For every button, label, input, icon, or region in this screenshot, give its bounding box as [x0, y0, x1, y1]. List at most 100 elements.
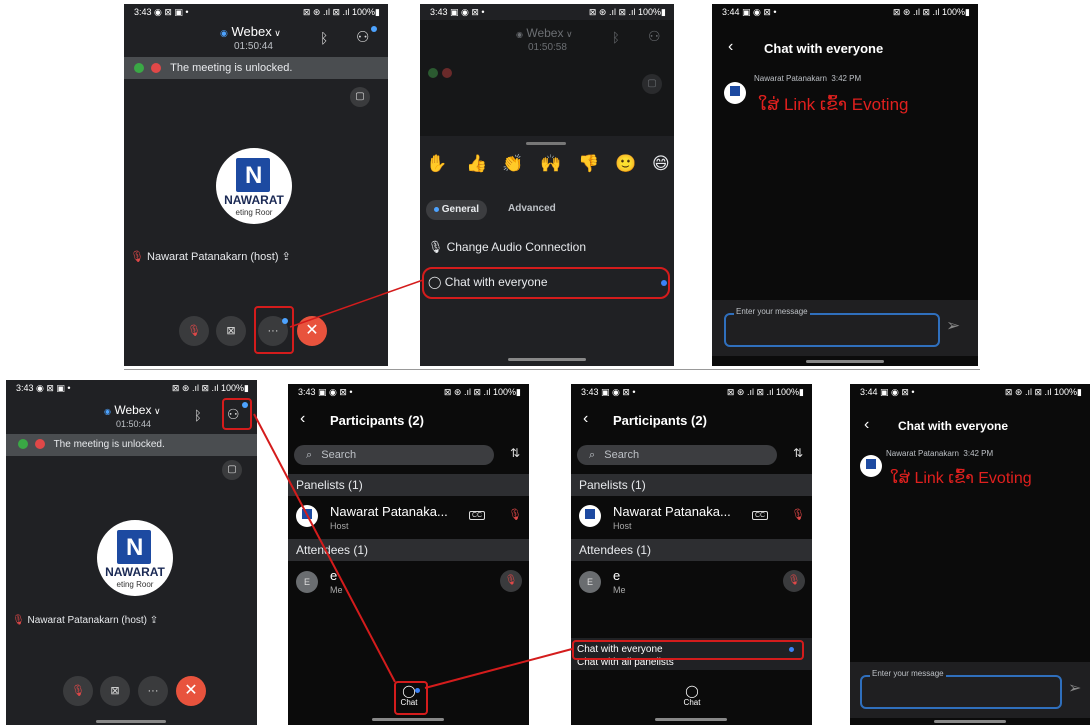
muted-mic-icon[interactable]: 🎙 — [508, 508, 522, 521]
section-panelists: Panelists (1) — [288, 474, 529, 496]
status-bar: 3:43 ◉ ⊠ ▣ • ⊠ ⊛ .ıl ⊠ .ıl 100%▮ — [134, 7, 380, 17]
muted-mic-icon[interactable]: 🎙 — [791, 508, 805, 521]
page-title: Participants (2) — [330, 413, 424, 428]
logo-mark — [866, 459, 876, 469]
raise-hand-reaction[interactable]: ✋ — [426, 154, 447, 174]
pip-icon: ▢ — [642, 74, 662, 94]
laugh-reaction[interactable]: 😄 — [652, 154, 670, 174]
logo-mark — [585, 509, 595, 519]
celebrate-reaction[interactable]: 🙌 — [540, 154, 561, 174]
attendee-avatar: E — [579, 571, 601, 593]
leave-button[interactable]: ✕ — [176, 676, 206, 706]
host-name[interactable]: Nawarat Patanaka... — [613, 504, 731, 519]
chat-tab[interactable]: ◯ Chat — [680, 684, 704, 707]
phone-chat-top: 3:44 ▣ ◉ ⊠ • ⊠ ⊛ .ıl ⊠ .ıl 100%▮ ‹ Chat … — [712, 4, 978, 366]
thumbs-up-reaction[interactable]: 👍 — [466, 154, 487, 174]
attendee-name[interactable]: e — [613, 568, 620, 583]
thumbs-down-reaction[interactable]: 👎 — [578, 154, 599, 174]
webex-icon: ◉ — [220, 28, 228, 38]
leave-button[interactable]: ✕ — [297, 316, 327, 346]
sort-icon[interactable]: ⇅ — [510, 446, 520, 460]
attendee-avatar: E — [296, 571, 318, 593]
cc-icon: CC — [469, 511, 486, 520]
message-meta: Nawarat Patanakarn 3:42 PM — [886, 449, 994, 458]
audio-icon: 🎙 — [428, 240, 444, 254]
home-indicator — [806, 360, 884, 363]
attendee-mic-button[interactable]: 🎙 — [500, 570, 522, 592]
message-input-label: Enter your message — [870, 669, 946, 678]
video-button[interactable]: ⊠ — [216, 316, 246, 346]
annotation-highlight-chat-tab — [394, 681, 428, 715]
divider-line — [124, 369, 980, 370]
status-bar: 3:43 ▣ ◉ ⊠ • ⊠ ⊛ .ıl ⊠ .ıl 100%▮ — [430, 7, 666, 17]
participants-icon[interactable]: ⚇ — [356, 28, 369, 46]
pip-icon[interactable]: ▢ — [350, 87, 370, 107]
host-avatar — [296, 505, 318, 527]
notification-dot — [371, 26, 377, 32]
send-icon[interactable]: ➢ — [1068, 678, 1081, 698]
status-dots — [428, 64, 453, 82]
chevron-down-icon: ∨ — [563, 29, 573, 39]
sheet-handle[interactable] — [526, 142, 566, 145]
phone-participants: 3:43 ▣ ◉ ⊠ • ⊠ ⊛ .ıl ⊠ .ıl 100%▮ ‹ Parti… — [288, 384, 529, 725]
host-label: 🎙 Nawarat Patanakarn (host) ⇪ — [12, 615, 159, 626]
back-button[interactable]: ‹ — [300, 410, 305, 428]
annotation-highlight-more — [254, 306, 294, 354]
mute-button[interactable]: 🎙 — [179, 316, 209, 346]
reaction-bar: ✋ 👍 👏 🙌 👎 🙂 😄 — [420, 154, 674, 182]
video-button[interactable]: ⊠ — [100, 676, 130, 706]
search-icon: ⌕ — [589, 449, 596, 461]
section-panelists: Panelists (1) — [571, 474, 812, 496]
muted-mic-icon: 🎙 — [12, 615, 25, 626]
attendee-name[interactable]: e — [330, 568, 337, 583]
bluetooth-icon[interactable]: ᛒ — [320, 30, 328, 46]
attendee-mic-button[interactable]: 🎙 — [783, 570, 805, 592]
sender-avatar — [724, 82, 746, 104]
bluetooth-icon[interactable]: ᛒ — [194, 408, 202, 423]
section-attendees: Attendees (1) — [288, 539, 529, 561]
clap-reaction[interactable]: 👏 — [502, 154, 523, 174]
page-title: Chat with everyone — [898, 419, 1009, 433]
app-title[interactable]: ◉ Webex ∨ — [220, 24, 281, 39]
selected-dot — [434, 206, 439, 212]
search-input[interactable]: ⌕ Search — [577, 445, 777, 465]
host-avatar-logo: N NAWARAT eting Roor — [216, 148, 292, 224]
mute-button[interactable]: 🎙 — [63, 676, 93, 706]
tab-advanced[interactable]: Advanced — [508, 203, 556, 214]
annotation-highlight-chat — [422, 267, 670, 299]
attendee-role: Me — [330, 585, 343, 595]
host-name[interactable]: Nawarat Patanaka... — [330, 504, 448, 519]
search-input[interactable]: ⌕ Search — [294, 445, 494, 465]
back-button[interactable]: ‹ — [864, 416, 869, 434]
send-icon[interactable]: ➢ — [946, 316, 960, 336]
smile-reaction[interactable]: 🙂 — [615, 154, 636, 174]
more-button[interactable]: ··· — [138, 676, 168, 706]
message-input[interactable]: Enter your message — [724, 307, 940, 347]
status-bar: 3:43 ▣ ◉ ⊠ • ⊠ ⊛ .ıl ⊠ .ıl 100%▮ — [298, 387, 521, 397]
message-text: ໃສ່ Link ເຂົ້າ Evoting — [890, 470, 1032, 487]
logo-mark — [302, 509, 312, 519]
back-button[interactable]: ‹ — [728, 38, 733, 56]
chat-icon: ◯ — [685, 684, 699, 698]
sort-icon[interactable]: ⇅ — [793, 446, 803, 460]
share-icon: ⇪ — [149, 615, 159, 626]
menu-item-audio[interactable]: 🎙 Change Audio Connection — [428, 240, 586, 254]
message-input[interactable]: Enter your message — [860, 669, 1062, 709]
host-avatar-logo: N NAWARAT eting Roor — [97, 520, 173, 596]
host-role: Host — [330, 521, 349, 531]
message-input-label: Enter your message — [734, 307, 810, 316]
logo-mark — [730, 86, 740, 96]
pip-icon[interactable]: ▢ — [222, 460, 242, 480]
lock-icon — [151, 63, 162, 74]
app-title[interactable]: ◉ Webex ∨ — [104, 403, 161, 417]
phone-meeting-top: 3:43 ◉ ⊠ ▣ • ⊠ ⊛ .ıl ⊠ .ıl 100%▮ ◉ Webex… — [124, 4, 388, 366]
sender-avatar — [860, 455, 882, 477]
back-button[interactable]: ‹ — [583, 410, 588, 428]
webex-icon: ◉ — [516, 30, 523, 39]
tab-general[interactable]: General — [426, 200, 488, 220]
lock-icon — [34, 439, 45, 450]
lock-icon — [442, 67, 453, 78]
home-indicator — [655, 718, 727, 721]
page-title: Participants (2) — [613, 413, 707, 428]
more-notification-dot — [282, 318, 288, 324]
